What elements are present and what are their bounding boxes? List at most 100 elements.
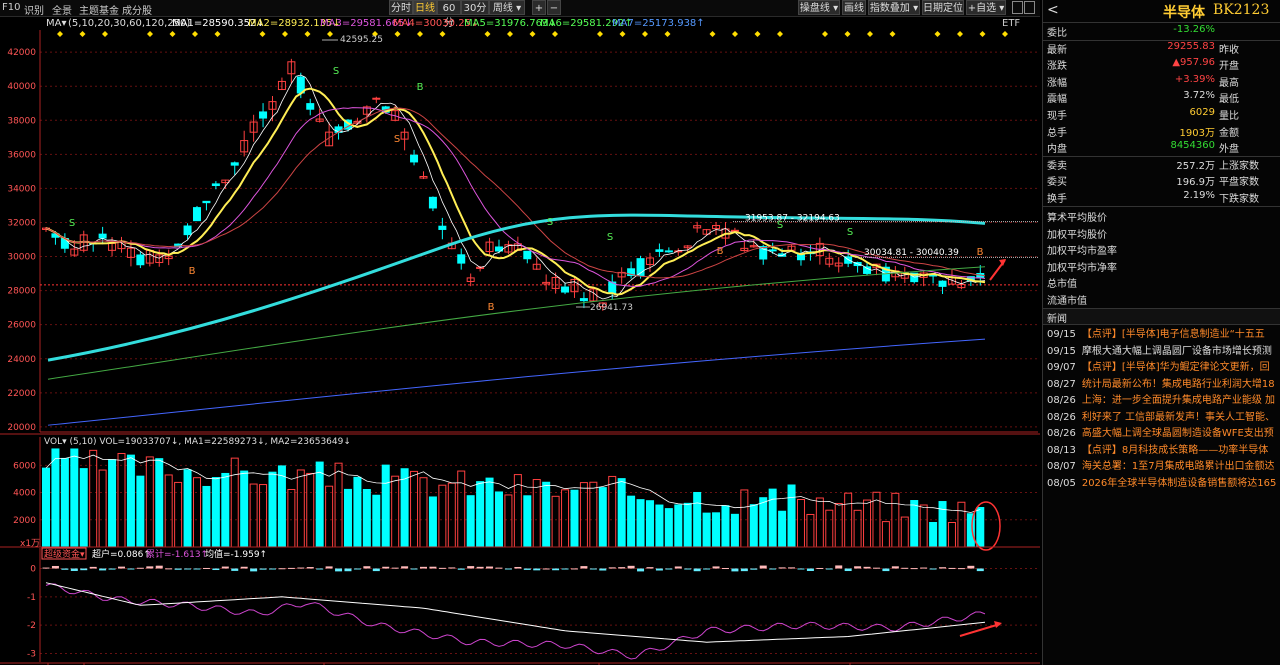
- ma-indicator-select[interactable]: MA▾: [46, 18, 67, 29]
- flow-bar: [438, 567, 446, 569]
- news-item[interactable]: 09/15 摩根大通大幅上调晶圆厂设备市场增长预测: [1047, 342, 1279, 358]
- date-locate-button[interactable]: 日期定位: [922, 0, 964, 15]
- news-item[interactable]: 08/13 【点评】8月科技成长策略——功率半导体: [1047, 441, 1279, 457]
- price-tick-label: 32000: [7, 218, 36, 228]
- ma-line-green: [47, 266, 986, 380]
- news-item[interactable]: 08/07 海关总署：1至7月集成电路累计出口金额达: [1047, 457, 1279, 473]
- tab-intraday[interactable]: 分时: [389, 0, 413, 15]
- volume-bar: [636, 499, 645, 548]
- candle: [957, 280, 966, 290]
- candle: [249, 114, 258, 142]
- signal-buy: B: [717, 246, 724, 257]
- candle-body: [136, 254, 145, 266]
- news-date: 08/05: [1047, 477, 1076, 489]
- news-headline[interactable]: 2026年全球半导体制造设备销售额将达165: [1082, 478, 1277, 489]
- operation-line-button[interactable]: 操盘线 ▾: [798, 0, 840, 15]
- flow-bar: [250, 568, 258, 572]
- candle-body: [759, 246, 768, 260]
- news-headline[interactable]: 统计局最新公布！集成电路行业利润大增18: [1082, 379, 1275, 390]
- recognize-link[interactable]: 识别: [24, 2, 44, 17]
- flow-bar: [325, 566, 333, 569]
- volume-bar: [391, 475, 400, 548]
- news-headline[interactable]: 摩根大通大幅上调晶圆厂设备市场增长预测: [1082, 346, 1272, 357]
- news-item[interactable]: 08/27 统计局最新公布！集成电路行业利润大增18: [1047, 375, 1279, 391]
- zoom-out-button[interactable]: −: [547, 0, 561, 15]
- flow-bar: [316, 568, 324, 570]
- news-headline[interactable]: 上海：进一步全面提升集成电路产业能级 加: [1082, 395, 1275, 406]
- news-headline[interactable]: 利好来了 工信部最新发声！事关人工智能、: [1082, 412, 1275, 423]
- signal-sell: S: [333, 66, 339, 77]
- flow-arrow-head-icon: [994, 621, 1002, 628]
- candle: [740, 240, 749, 252]
- quote-row: 震幅 3.72% 最低: [1043, 90, 1280, 106]
- volume-bar: [551, 495, 560, 548]
- tab-daily[interactable]: 日线: [413, 0, 437, 15]
- candle-body: [655, 249, 664, 252]
- quote-label: 现手: [1047, 111, 1067, 122]
- flow-bar: [42, 567, 50, 569]
- draw-line-button[interactable]: 画线: [842, 0, 866, 15]
- window-restore-icon[interactable]: [1012, 1, 1023, 14]
- news-item[interactable]: 08/26 上海：进一步全面提升集成电路产业能级 加: [1047, 391, 1279, 407]
- tab-30min[interactable]: 30分: [461, 0, 489, 15]
- candle: [702, 228, 711, 236]
- tab-60min[interactable]: 60分: [437, 0, 461, 29]
- theme-fund-link[interactable]: 主题基金: [79, 2, 119, 17]
- quote-value: ▲957.96: [1172, 57, 1215, 69]
- news-item[interactable]: 08/26 利好来了 工信部最新发声！事关人工智能、: [1047, 408, 1279, 424]
- volume-bar: [325, 485, 334, 548]
- flow-indicator-select: 超级资金▾: [44, 548, 85, 560]
- news-headline[interactable]: 【点评】[半导体]华为鲲定律论文更新，回: [1082, 362, 1270, 373]
- volume-bar: [834, 502, 843, 548]
- divider: [1043, 206, 1280, 207]
- volume-bar: [362, 488, 371, 548]
- quote-label-right: 外盘: [1219, 144, 1239, 156]
- candle-body: [457, 254, 466, 264]
- volume-bar: [155, 458, 164, 548]
- tab-weekly[interactable]: 周线 ▾: [489, 0, 525, 15]
- volume-bar: [532, 479, 541, 548]
- volume-bar: [957, 501, 966, 548]
- volume-bar: [296, 469, 305, 548]
- news-headline[interactable]: 【点评】[半导体]电子信息制造业“十五五: [1082, 329, 1265, 340]
- flow-bar: [429, 566, 437, 569]
- news-item[interactable]: 09/07 【点评】[半导体]华为鲲定律论文更新，回: [1047, 358, 1279, 374]
- index-overlay-button[interactable]: 指数叠加 ▾: [868, 0, 920, 15]
- flow-bar: [703, 568, 711, 570]
- back-chevron-icon[interactable]: <: [1047, 2, 1059, 18]
- news-headline[interactable]: 海关总署：1至7月集成电路累计出口金额达: [1082, 461, 1275, 472]
- news-item[interactable]: 08/26 高盛大幅上调全球晶圆制造设备WFE支出预: [1047, 424, 1279, 440]
- signal-diamond-icon: [529, 31, 536, 37]
- kline-chart[interactable]: 2000022000240002600028000300003200034000…: [0, 30, 1040, 665]
- candle-body: [664, 250, 673, 253]
- f10-link[interactable]: F10: [2, 2, 20, 13]
- news-headline[interactable]: 高盛大幅上调全球晶圆制造设备WFE支出预: [1082, 428, 1274, 439]
- news-headline[interactable]: 【点评】8月科技成长策略——功率半导体: [1082, 445, 1268, 456]
- zoom-in-button[interactable]: +: [532, 0, 546, 15]
- add-watchlist-button[interactable]: +自选 ▾: [966, 0, 1006, 15]
- stat-label: 加权平均市净率: [1047, 262, 1117, 274]
- signal-buy: S: [394, 134, 400, 145]
- flow-bar: [580, 566, 588, 569]
- signal-diamond-icon: [417, 31, 423, 37]
- flow-bar: [268, 568, 276, 570]
- volume-bar: [900, 516, 909, 548]
- volume-bar: [759, 497, 768, 548]
- volume-bar: [136, 475, 145, 548]
- ma-line-blue: [47, 338, 986, 426]
- constituents-link[interactable]: 成分股: [122, 2, 152, 17]
- volume-bar: [712, 512, 721, 548]
- candle: [938, 280, 947, 295]
- candle-body: [438, 225, 447, 230]
- flow-bar: [721, 568, 729, 570]
- volume-bar: [910, 500, 919, 548]
- news-item[interactable]: 09/15 【点评】[半导体]电子信息制造业“十五五: [1047, 325, 1279, 341]
- flow-bar: [306, 567, 314, 569]
- volume-bar: [570, 489, 579, 548]
- quote-value: 3.72%: [1183, 90, 1215, 102]
- candle: [929, 274, 938, 284]
- stat-label: 加权平均市盈率: [1047, 246, 1117, 258]
- window-max-icon[interactable]: [1024, 1, 1035, 14]
- overview-link[interactable]: 全景: [52, 2, 72, 17]
- news-item[interactable]: 08/05 2026年全球半导体制造设备销售额将达165: [1047, 474, 1279, 490]
